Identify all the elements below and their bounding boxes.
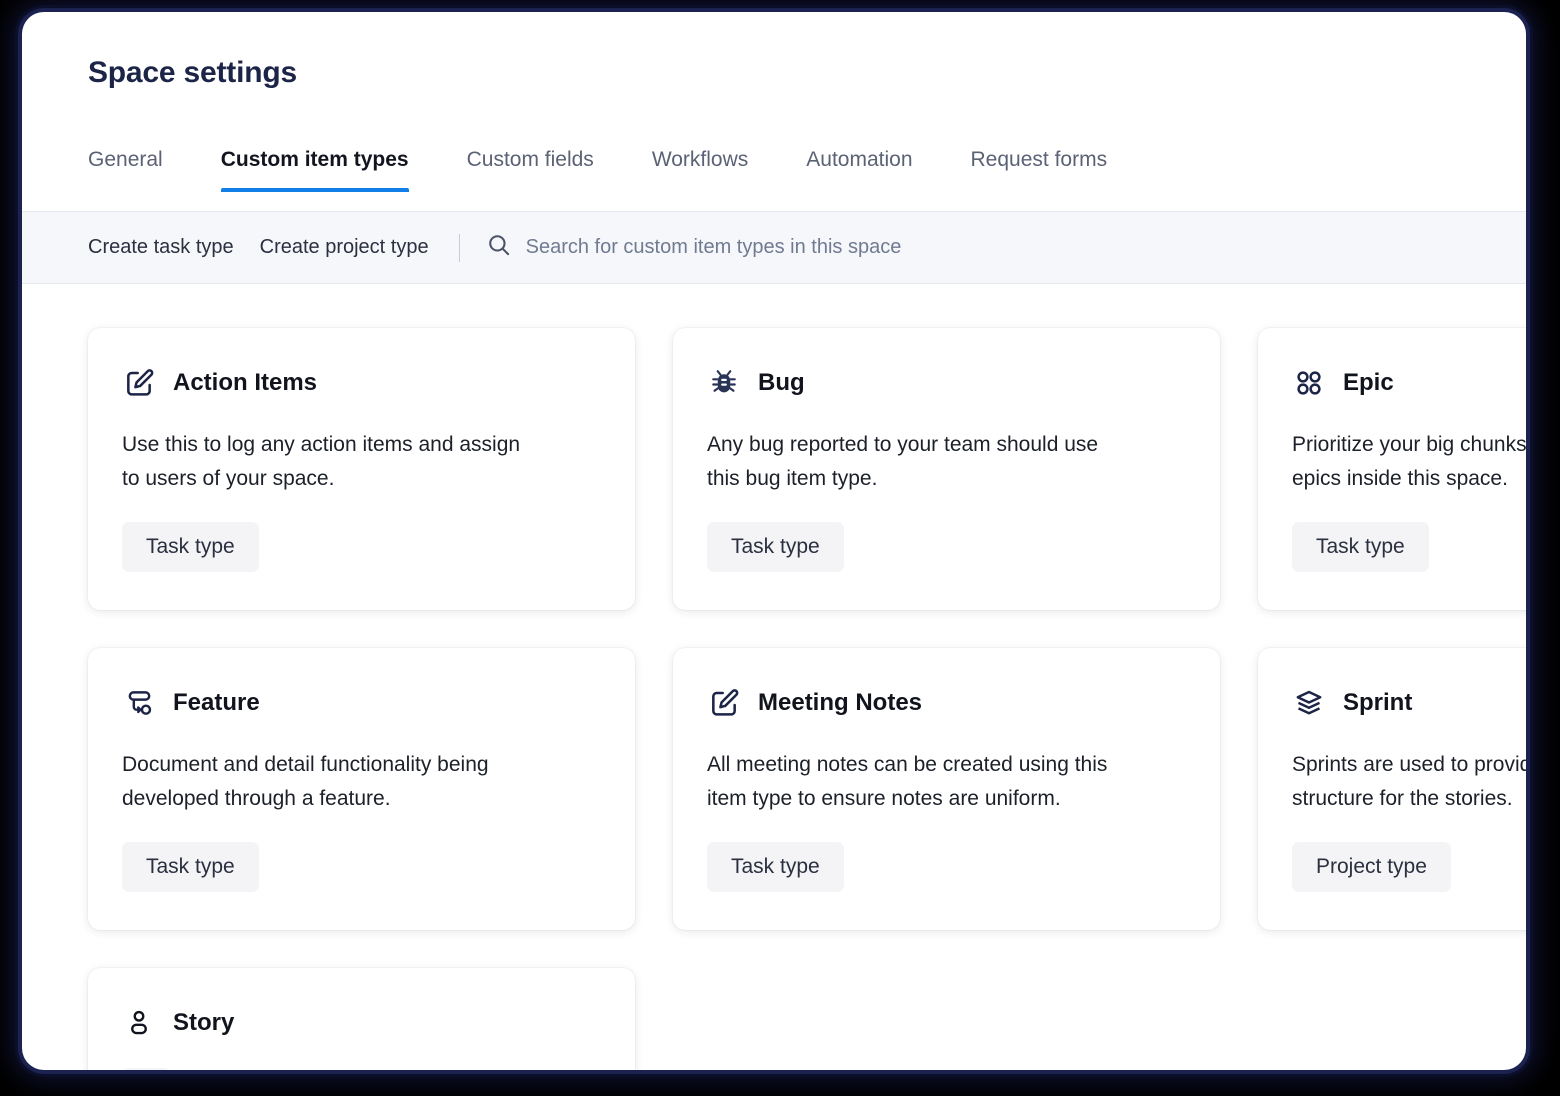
item-type-card-sprint[interactable]: Sprint Sprints are used to provide time … [1258,648,1526,930]
action-toolbar: Create task type Create project type [22,212,1526,284]
search-input[interactable] [526,236,1086,259]
card-type-badge [122,1068,170,1070]
search-icon [486,232,512,263]
edit-pen-icon [707,686,741,720]
item-type-card-epic[interactable]: Epic Prioritize your big chunks of work … [1258,328,1526,610]
user-icon [122,1006,156,1040]
card-description: Any bug reported to your team should use… [707,428,1186,496]
window-frame: Space settings General Custom item types… [18,8,1530,1074]
card-type-badge: Project type [1292,842,1451,892]
card-description: All meeting notes can be created using t… [707,748,1186,816]
card-title: Epic [1343,369,1394,397]
custom-item-types-grid: Action Items Use this to log any action … [22,284,1526,1070]
app-window: Space settings General Custom item types… [22,12,1526,1070]
card-description: Sprints are used to provide time structu… [1292,748,1526,816]
card-title: Sprint [1343,689,1412,717]
tab-request-forms[interactable]: Request forms [971,140,1108,192]
page-title: Space settings [88,56,297,90]
settings-tabs: General Custom item types Custom fields … [22,140,1526,212]
card-type-badge: Task type [1292,522,1429,572]
card-header: Bug [707,366,1186,400]
card-header: Story [122,1006,601,1040]
create-project-type-button[interactable]: Create project type [260,232,429,263]
tab-general[interactable]: General [88,140,163,192]
card-title: Bug [758,369,805,397]
card-type-badge: Task type [122,842,259,892]
card-header: Sprint [1292,686,1526,720]
card-description: Use this to log any action items and ass… [122,428,601,496]
tab-workflows[interactable]: Workflows [652,140,748,192]
card-header: Epic [1292,366,1526,400]
card-title: Action Items [173,369,317,397]
card-header: Meeting Notes [707,686,1186,720]
card-description: Document and detail functionality being … [122,748,601,816]
item-type-card-action-items[interactable]: Action Items Use this to log any action … [88,328,635,610]
item-type-card-bug[interactable]: Bug Any bug reported to your team should… [673,328,1220,610]
card-type-badge: Task type [707,522,844,572]
card-type-badge: Task type [122,522,259,572]
bug-icon [707,366,741,400]
card-header: Feature [122,686,601,720]
tab-custom-fields[interactable]: Custom fields [467,140,594,192]
card-type-badge: Task type [707,842,844,892]
item-type-card-story[interactable]: Story [88,968,635,1070]
toolbar-divider [459,234,460,262]
tab-custom-item-types[interactable]: Custom item types [221,140,409,192]
item-type-card-feature[interactable]: Feature Document and detail functionalit… [88,648,635,930]
card-title: Feature [173,689,260,717]
card-header: Action Items [122,366,601,400]
create-task-type-button[interactable]: Create task type [88,232,234,263]
card-title: Meeting Notes [758,689,922,717]
card-description: Prioritize your big chunks of work as ep… [1292,428,1526,496]
feature-flow-icon [122,686,156,720]
search-field[interactable] [486,232,1526,263]
grid-four-circles-icon [1292,366,1326,400]
tab-automation[interactable]: Automation [806,140,912,192]
edit-pen-icon [122,366,156,400]
card-title: Story [173,1009,234,1037]
layers-icon [1292,686,1326,720]
item-type-card-meeting-notes[interactable]: Meeting Notes All meeting notes can be c… [673,648,1220,930]
